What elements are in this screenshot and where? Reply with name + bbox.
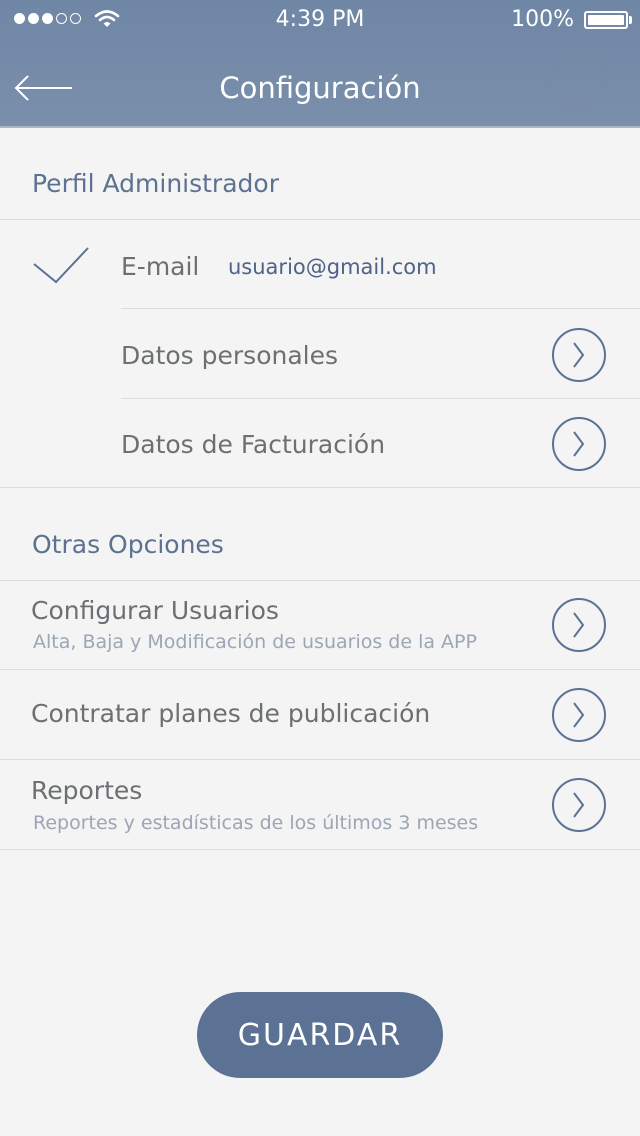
publication-plans-label: Contratar planes de publicación <box>31 699 431 728</box>
battery-percentage: 100% <box>511 7 574 32</box>
reports-label: Reportes <box>31 776 143 805</box>
chevron-right-icon[interactable] <box>552 778 606 832</box>
chevron-right-icon[interactable] <box>552 328 606 382</box>
configure-users-subtitle: Alta, Baja y Modificación de usuarios de… <box>33 631 477 653</box>
divider <box>0 487 640 488</box>
battery-icon <box>584 11 628 29</box>
page-title: Configuración <box>219 71 421 105</box>
chevron-right-icon[interactable] <box>552 598 606 652</box>
status-bar: 4:39 PM 100% <box>0 0 640 40</box>
email-value: usuario@gmail.com <box>228 255 437 279</box>
battery-tip <box>629 16 632 24</box>
save-button[interactable]: GUARDAR <box>197 992 443 1078</box>
section-title-admin-profile: Perfil Administrador <box>32 169 279 198</box>
configure-users-label: Configurar Usuarios <box>31 596 279 625</box>
personal-data-label: Datos personales <box>121 341 339 370</box>
section-title-other-options: Otras Opciones <box>32 530 224 559</box>
email-label: E-mail <box>121 252 200 281</box>
divider <box>0 219 640 220</box>
divider <box>0 849 640 850</box>
reports-subtitle: Reportes y estadísticas de los últimos 3… <box>33 812 479 834</box>
navigation-header: 4:39 PM 100% Configuración <box>0 0 640 128</box>
checkmark-icon <box>33 247 89 284</box>
billing-data-label: Datos de Facturación <box>121 430 386 459</box>
chevron-right-icon[interactable] <box>552 688 606 742</box>
chevron-right-icon[interactable] <box>552 417 606 471</box>
